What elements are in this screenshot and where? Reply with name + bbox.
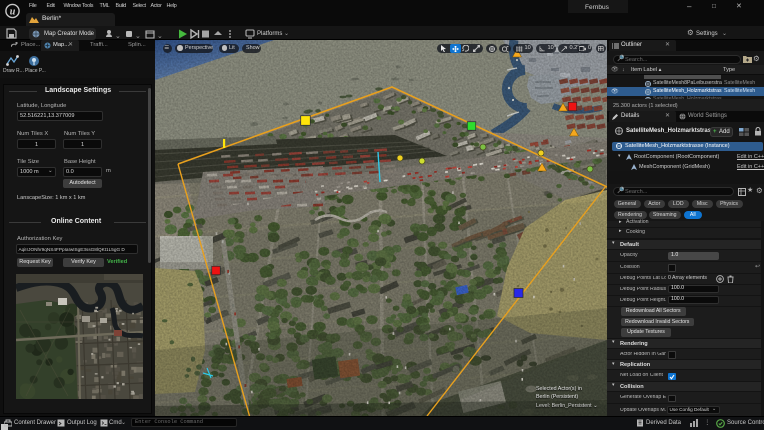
svg-text:⌄: ⌄	[157, 33, 163, 40]
svg-text:⌄: ⌄	[115, 33, 121, 40]
svg-text:⌄: ⌄	[135, 33, 141, 40]
svg-text:u: u	[10, 6, 16, 17]
